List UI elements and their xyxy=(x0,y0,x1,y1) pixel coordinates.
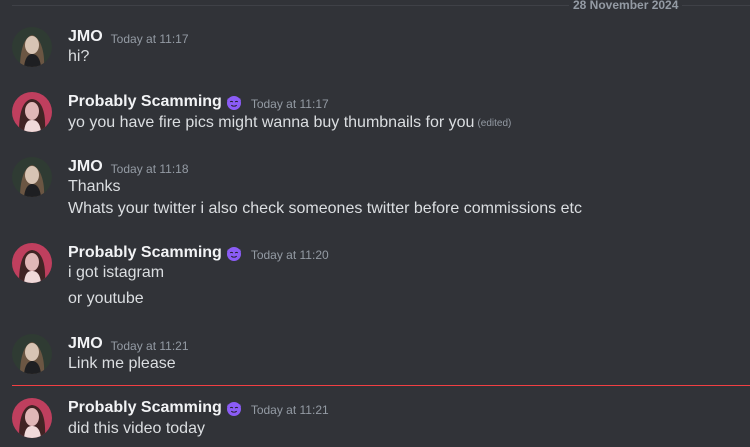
username[interactable]: Probably Scamming xyxy=(68,398,222,418)
avatar-probably-scamming-image xyxy=(12,92,52,132)
message-text: Thanks xyxy=(68,178,121,195)
username[interactable]: Probably Scamming xyxy=(68,92,222,112)
username[interactable]: Probably Scamming xyxy=(68,243,222,263)
new-message-divider xyxy=(12,385,750,386)
message-header: Probably Scamming Today at 11:20 xyxy=(68,243,329,263)
avatar-jmo-image xyxy=(12,334,52,374)
username[interactable]: JMO xyxy=(68,157,103,177)
message-text: or youtube xyxy=(68,290,144,307)
message-text: i got istagram xyxy=(68,264,165,281)
avatar-probably-scamming-image xyxy=(12,243,52,283)
avatar-jmo-image xyxy=(12,157,52,197)
avatar[interactable] xyxy=(12,243,52,283)
message-header: Probably Scamming Today at 11:17 xyxy=(68,92,329,112)
avatar-probably-scamming-image xyxy=(12,398,52,438)
timestamp[interactable]: Today at 11:17 xyxy=(251,97,329,111)
message-text: yo you have fire pics might wanna buy th… xyxy=(68,112,511,135)
message-text: Link me please xyxy=(68,355,176,372)
message-header: JMO Today at 11:17 xyxy=(68,27,189,47)
message-text: did this video today xyxy=(68,420,205,437)
date-divider: 28 November 2024 xyxy=(12,0,750,11)
timestamp[interactable]: Today at 11:20 xyxy=(251,248,329,262)
purple-devil-icon xyxy=(225,93,243,111)
purple-devil-icon xyxy=(225,244,243,262)
message-header: JMO Today at 11:18 xyxy=(68,157,189,177)
message-header: Probably Scamming Today at 11:21 xyxy=(68,398,329,418)
avatar-jmo-image xyxy=(12,27,52,67)
avatar[interactable] xyxy=(12,334,52,374)
edited-label: (edited) xyxy=(477,118,512,129)
date-label: 28 November 2024 xyxy=(569,0,683,11)
username[interactable]: JMO xyxy=(68,27,103,47)
timestamp[interactable]: Today at 11:21 xyxy=(111,339,189,353)
message-text: Whats your twitter i also check someones… xyxy=(68,200,582,217)
message-text: hi? xyxy=(68,48,90,65)
timestamp[interactable]: Today at 11:17 xyxy=(111,32,189,46)
purple-devil-icon xyxy=(225,399,243,417)
message-body: yo you have fire pics might wanna buy th… xyxy=(68,114,475,131)
avatar[interactable] xyxy=(12,398,52,438)
avatar[interactable] xyxy=(12,157,52,197)
avatar[interactable] xyxy=(12,92,52,132)
message-header: JMO Today at 11:21 xyxy=(68,334,189,354)
avatar[interactable] xyxy=(12,27,52,67)
username[interactable]: JMO xyxy=(68,334,103,354)
timestamp[interactable]: Today at 11:21 xyxy=(251,403,329,417)
timestamp[interactable]: Today at 11:18 xyxy=(111,162,189,176)
